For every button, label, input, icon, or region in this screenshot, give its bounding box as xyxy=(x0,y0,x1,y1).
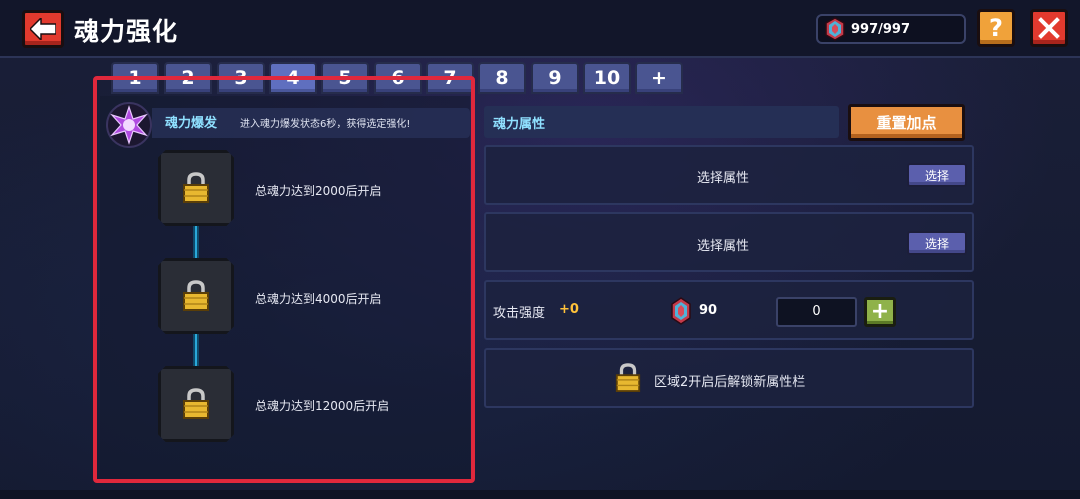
soul-burst-icon xyxy=(106,102,152,148)
soul-gem-icon xyxy=(825,17,845,41)
tab-3[interactable]: 3 xyxy=(217,62,265,94)
energy-counter: 997/997 xyxy=(816,14,966,44)
node-connector xyxy=(193,334,199,366)
attack-label: 攻击强度 xyxy=(493,306,546,321)
tab-7[interactable]: 7 xyxy=(426,62,474,94)
lock-icon xyxy=(615,363,641,392)
lock-icon xyxy=(183,280,209,311)
attack-row xyxy=(484,280,974,340)
attributes-title: 魂力属性 xyxy=(493,117,546,132)
lock-icon xyxy=(183,388,209,419)
tab-5[interactable]: 5 xyxy=(321,62,369,94)
node-1-label: 总魂力达到2000后开启 xyxy=(255,184,382,198)
slot-1-select-button[interactable]: 选择 xyxy=(907,163,967,187)
energy-value: 997/997 xyxy=(851,22,911,37)
quantity-input[interactable]: 0 xyxy=(776,297,857,327)
burst-panel xyxy=(100,96,470,481)
slot-2-text: 选择属性 xyxy=(697,239,750,254)
page-title: 魂力强化 xyxy=(74,17,179,46)
tab-1[interactable]: 1 xyxy=(111,62,159,94)
tab-4[interactable]: 4 xyxy=(269,62,317,94)
tab-6[interactable]: 6 xyxy=(374,62,422,94)
add-point-button[interactable]: + xyxy=(864,297,896,327)
close-icon xyxy=(1038,17,1060,39)
tab-add[interactable]: + xyxy=(635,62,683,94)
slot-1-text: 选择属性 xyxy=(697,171,750,186)
burst-node-1[interactable] xyxy=(158,150,234,226)
tab-10[interactable]: 10 xyxy=(583,62,631,94)
tab-2[interactable]: 2 xyxy=(164,62,212,94)
tab-9[interactable]: 9 xyxy=(531,62,579,94)
bottom-bar xyxy=(0,490,1080,499)
node-connector xyxy=(193,226,199,258)
node-3-label: 总魂力达到12000后开启 xyxy=(255,399,390,413)
burst-node-3[interactable] xyxy=(158,366,234,442)
reset-points-button[interactable]: 重置加点 xyxy=(848,104,965,141)
node-2-label: 总魂力达到4000后开启 xyxy=(255,292,382,306)
close-button[interactable] xyxy=(1030,9,1068,47)
tab-8[interactable]: 8 xyxy=(478,62,526,94)
soul-gem-icon xyxy=(671,297,691,325)
slot-2-select-button[interactable]: 选择 xyxy=(907,231,967,255)
attack-cost: 90 xyxy=(699,303,718,318)
burst-description: 进入魂力爆发状态6秒，获得选定强化! xyxy=(240,119,411,130)
arrow-left-icon xyxy=(30,18,56,40)
attack-bonus: +0 xyxy=(559,302,579,317)
back-button[interactable] xyxy=(22,10,64,48)
help-button[interactable]: ? xyxy=(977,9,1015,47)
burst-name: 魂力爆发 xyxy=(165,116,218,131)
lock-icon xyxy=(183,172,209,203)
burst-node-2[interactable] xyxy=(158,258,234,334)
locked-slot-text: 区域2开启后解锁新属性栏 xyxy=(654,375,806,390)
